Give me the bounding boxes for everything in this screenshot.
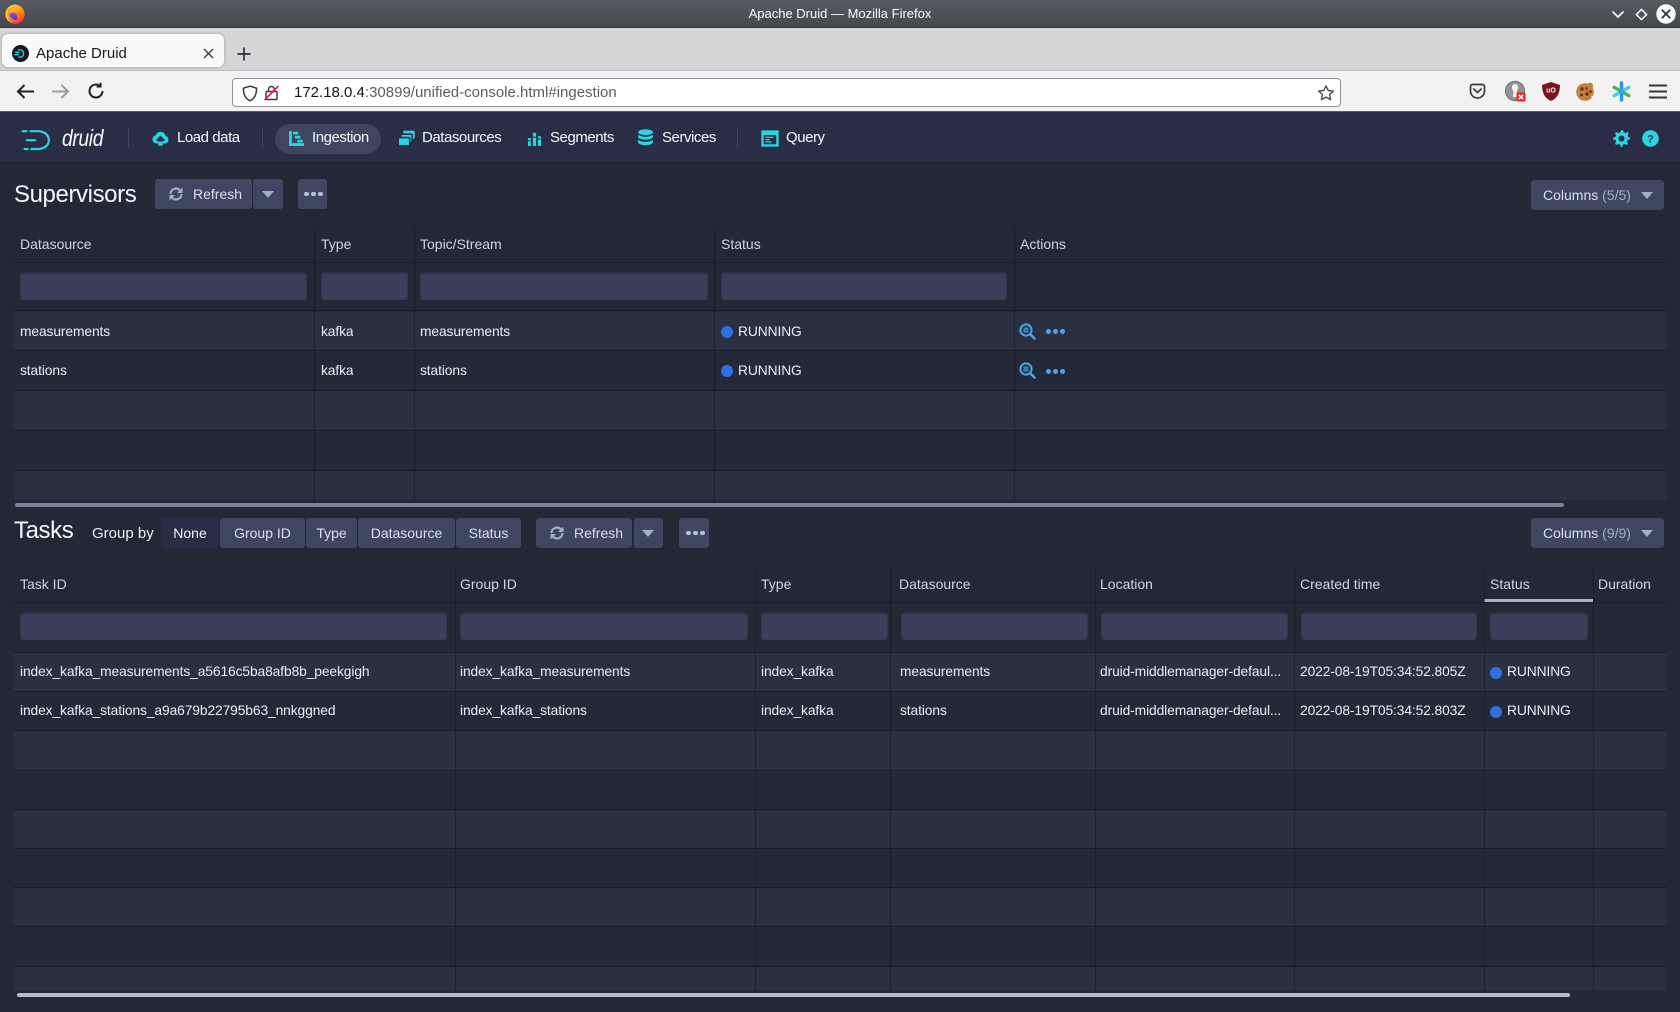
svg-text:?: ? bbox=[1647, 133, 1654, 145]
svg-text:uO: uO bbox=[1546, 88, 1556, 95]
